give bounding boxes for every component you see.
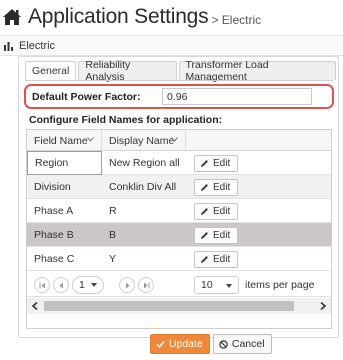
caret-down-icon xyxy=(226,284,232,288)
home-icon[interactable] xyxy=(2,8,22,26)
field-name-cell[interactable]: Region xyxy=(27,151,102,175)
pencil-icon xyxy=(201,255,208,263)
action-cell: Edit xyxy=(186,175,331,199)
field-names-grid: Field Name Display Name Region New Regio… xyxy=(26,129,332,329)
table-row-selected[interactable]: Phase B B Edit xyxy=(27,223,331,247)
breadcrumb: > Electric xyxy=(211,13,262,27)
page-select[interactable]: 1 xyxy=(72,276,104,294)
update-label: Update xyxy=(169,338,203,350)
chevron-down-icon[interactable] xyxy=(87,137,94,142)
table-row[interactable]: Division Conklin Div All Edit xyxy=(27,175,331,199)
chevron-left-icon xyxy=(32,302,38,310)
prev-page-icon xyxy=(59,282,63,288)
bar-chart-icon xyxy=(4,41,13,51)
display-name-cell[interactable]: Conklin Div All xyxy=(102,175,186,199)
check-icon xyxy=(156,340,165,348)
page-size-label: items per page xyxy=(245,279,315,291)
panel-title: Electric xyxy=(19,39,56,52)
display-name-cell[interactable]: B xyxy=(102,223,186,247)
field-name-cell[interactable]: Phase B xyxy=(27,223,102,247)
next-page-button[interactable] xyxy=(119,277,135,293)
configure-fields-title: Configure Field Names for application: xyxy=(29,114,223,126)
tab-transformer-load-management[interactable]: Transformer Load Management xyxy=(178,59,336,83)
default-power-factor-row: Default Power Factor: xyxy=(24,84,334,109)
cancel-label: Cancel xyxy=(231,338,265,350)
edit-label: Edit xyxy=(213,253,231,265)
chevron-right-icon xyxy=(320,302,326,310)
caret-down-icon xyxy=(90,283,97,287)
first-page-icon xyxy=(39,282,45,288)
page-size-select[interactable]: 10 xyxy=(194,276,239,294)
tab-reliability-analysis[interactable]: Reliability Analysis xyxy=(78,59,177,83)
field-name-cell[interactable]: Phase A xyxy=(27,199,102,223)
settings-panel: Electric General Reliability Analysis Tr… xyxy=(0,35,343,360)
edit-label: Edit xyxy=(213,229,231,241)
ban-icon xyxy=(219,339,228,349)
column-header-label: Display Name xyxy=(109,134,175,147)
pencil-icon xyxy=(201,159,208,167)
panel-header: Electric xyxy=(0,36,343,56)
default-power-factor-label: Default Power Factor: xyxy=(32,91,141,103)
last-page-button[interactable] xyxy=(138,277,154,293)
cancel-button[interactable]: Cancel xyxy=(212,334,272,354)
grid-header: Field Name Display Name xyxy=(27,130,331,151)
tab-bar: General Reliability Analysis Transformer… xyxy=(25,59,338,83)
column-header-label: Field Name xyxy=(34,134,88,147)
edit-label: Edit xyxy=(213,181,231,193)
column-header-field-name[interactable]: Field Name xyxy=(27,130,102,151)
pencil-icon xyxy=(201,231,208,239)
prev-page-button[interactable] xyxy=(53,277,69,293)
edit-button[interactable]: Edit xyxy=(194,154,239,172)
scroll-left-button[interactable] xyxy=(27,298,43,314)
form-actions: Update Cancel xyxy=(150,334,272,354)
horizontal-scrollbar[interactable] xyxy=(27,298,331,314)
edit-label: Edit xyxy=(213,157,231,169)
action-cell: Edit xyxy=(186,247,331,271)
scroll-right-button[interactable] xyxy=(315,298,331,314)
action-cell: Edit xyxy=(186,223,331,247)
table-row[interactable]: Phase C Y Edit xyxy=(27,247,331,271)
display-name-cell[interactable]: R xyxy=(102,199,186,223)
tab-general[interactable]: General xyxy=(25,61,77,80)
field-name-cell[interactable]: Division xyxy=(27,175,102,199)
edit-button[interactable]: Edit xyxy=(194,226,239,244)
pencil-icon xyxy=(201,183,208,191)
pencil-icon xyxy=(201,207,208,215)
page-title: Application Settings xyxy=(28,5,209,28)
edit-button[interactable]: Edit xyxy=(194,178,239,196)
action-cell: Edit xyxy=(186,199,331,223)
table-row[interactable]: Phase A R Edit xyxy=(27,199,331,223)
action-cell: Edit xyxy=(186,151,331,175)
edit-button[interactable]: Edit xyxy=(194,202,239,220)
scrollbar-thumb[interactable] xyxy=(44,301,294,311)
page-header: Application Settings > Electric xyxy=(0,0,343,34)
tab-divider xyxy=(25,80,333,81)
settings-card: General Reliability Analysis Transformer… xyxy=(18,56,339,338)
column-header-display-name[interactable]: Display Name xyxy=(102,130,186,151)
page-size-value: 10 xyxy=(201,279,213,291)
first-page-button[interactable] xyxy=(34,277,50,293)
default-power-factor-input[interactable] xyxy=(162,88,312,105)
display-name-cell[interactable]: New Region all xyxy=(102,151,186,175)
field-name-cell[interactable]: Phase C xyxy=(27,247,102,271)
chevron-down-icon[interactable] xyxy=(171,137,178,142)
last-page-icon xyxy=(143,282,149,288)
table-row[interactable]: Region New Region all Edit xyxy=(27,151,331,175)
update-button[interactable]: Update xyxy=(150,334,210,354)
next-page-icon xyxy=(125,282,129,288)
edit-button[interactable]: Edit xyxy=(194,250,239,268)
edit-label: Edit xyxy=(213,205,231,217)
pager: 1 10 items per page xyxy=(27,273,331,297)
display-name-cell[interactable]: Y xyxy=(102,247,186,271)
current-page: 1 xyxy=(79,279,85,291)
